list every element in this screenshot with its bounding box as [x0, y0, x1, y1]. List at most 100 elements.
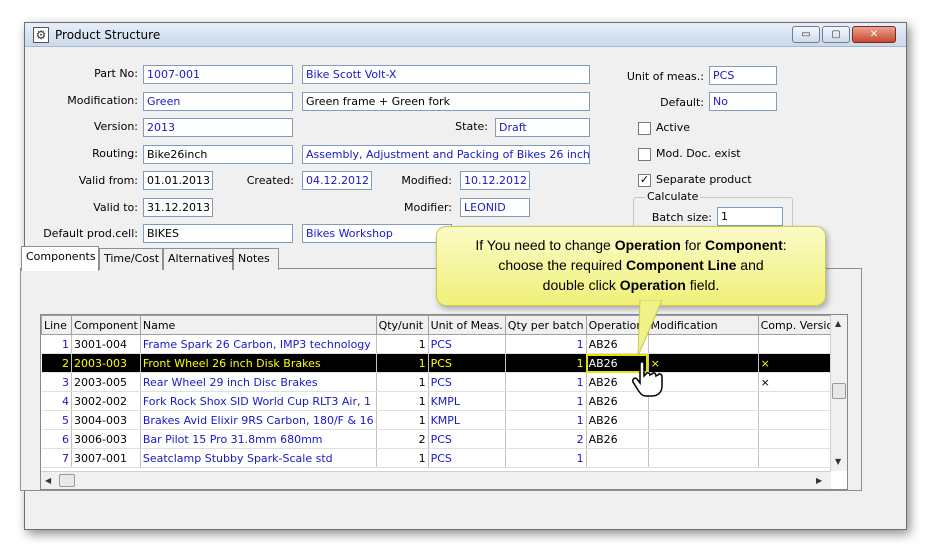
- close-button[interactable]: ✕: [852, 26, 896, 43]
- title-bar: ⚙ Product Structure ▭ ▢ ✕: [25, 23, 906, 47]
- cell-line: 1: [41, 334, 72, 354]
- cell-line: 2: [41, 353, 72, 373]
- cell-unit: PCS: [428, 372, 506, 392]
- cell-batch: 1: [505, 372, 587, 392]
- cell-batch: 1: [505, 334, 587, 354]
- window-title: Product Structure: [55, 28, 161, 42]
- cell-component: 3002-002: [71, 391, 141, 411]
- callout-pointer: [637, 300, 663, 357]
- cell-unit: PCS: [428, 448, 506, 468]
- modifier-label: Modifier:: [404, 201, 452, 214]
- part-name-field[interactable]: Bike Scott Volt-X: [302, 65, 590, 84]
- cell-batch: 2: [505, 429, 587, 449]
- col-component[interactable]: Component: [71, 315, 141, 335]
- col-line[interactable]: Line: [41, 315, 72, 335]
- col-name[interactable]: Name: [139, 315, 377, 335]
- cell-name: Seatclamp Stubby Spark-Scale std: [140, 448, 377, 468]
- scroll-down-icon[interactable]: ▼: [835, 457, 841, 466]
- col-unit-of-meas[interactable]: Unit of Meas.: [427, 315, 506, 335]
- batch-size-label: Batch size:: [651, 211, 712, 224]
- table-row[interactable]: 3 2003-005 Rear Wheel 29 inch Disc Brake…: [41, 372, 844, 392]
- vertical-scroll-thumb[interactable]: [832, 383, 846, 399]
- scroll-left-icon[interactable]: ◀: [45, 476, 51, 485]
- instruction-callout: If You need to change Operation for Comp…: [436, 226, 826, 306]
- modifier-field[interactable]: LEONID: [460, 198, 530, 217]
- calculate-label: Calculate: [645, 190, 701, 203]
- col-qty-per-batch[interactable]: Qty per batch: [504, 315, 587, 335]
- app-icon: ⚙: [33, 27, 49, 43]
- cell-component: 2003-003: [71, 353, 141, 373]
- table-row[interactable]: 6 3006-003 Bar Pilot 15 Pro 31.8mm 680mm…: [41, 429, 844, 449]
- valid-from-field[interactable]: 01.01.2013: [143, 171, 213, 190]
- cell-batch: 1: [505, 448, 587, 468]
- default-field[interactable]: No: [709, 92, 777, 111]
- cell-qty: 1: [376, 391, 429, 411]
- table-row[interactable]: 1 3001-004 Frame Spark 26 Carbon, IMP3 t…: [41, 334, 844, 354]
- cell-operation[interactable]: AB26: [586, 429, 649, 449]
- part-no-field[interactable]: 1007-001: [143, 65, 293, 84]
- cell-batch: 1: [505, 353, 587, 373]
- horizontal-scrollbar[interactable]: ◀ ▶: [41, 471, 831, 489]
- table-row-selected[interactable]: 2 2003-003 Front Wheel 26 inch Disk Brak…: [41, 353, 844, 373]
- unit-field[interactable]: PCS: [709, 66, 777, 85]
- tab-alternatives[interactable]: Alternatives: [163, 248, 234, 270]
- cell-operation[interactable]: AB26: [586, 410, 649, 430]
- cell-qty: 1: [376, 353, 429, 373]
- active-checkbox[interactable]: [638, 122, 651, 135]
- routing-field[interactable]: Bike26inch: [143, 145, 293, 164]
- minimize-button[interactable]: ▭: [792, 26, 820, 43]
- version-field[interactable]: 2013: [143, 118, 293, 137]
- modification-field[interactable]: Green: [143, 92, 293, 111]
- cell-line: 6: [41, 429, 72, 449]
- cell-name: Front Wheel 26 inch Disk Brakes: [140, 353, 377, 373]
- default-cell-field[interactable]: BIKES: [143, 224, 293, 243]
- valid-to-field[interactable]: 31.12.2013: [143, 198, 213, 217]
- default-cell-desc-field[interactable]: Bikes Workshop: [302, 224, 452, 243]
- cell-unit: KMPL: [428, 391, 506, 411]
- cell-batch: 1: [505, 391, 587, 411]
- cell-operation[interactable]: [586, 448, 649, 468]
- default-cell-label: Default prod.cell:: [43, 227, 138, 240]
- mod-doc-checkbox[interactable]: [638, 148, 651, 161]
- modification-desc-field[interactable]: Green frame + Green fork: [302, 92, 590, 111]
- modified-label: Modified:: [401, 174, 452, 187]
- created-label: Created:: [246, 174, 294, 187]
- tab-notes[interactable]: Notes: [233, 248, 279, 270]
- table-row[interactable]: 4 3002-002 Fork Rock Shox SID World Cup …: [41, 391, 844, 411]
- tab-time-cost[interactable]: Time/Cost: [99, 248, 163, 270]
- separate-product-label: Separate product: [656, 173, 752, 186]
- part-no-label: Part No:: [94, 67, 138, 80]
- tab-components[interactable]: Components: [21, 246, 99, 271]
- col-qty-unit[interactable]: Qty/unit: [375, 315, 429, 335]
- vertical-scrollbar[interactable]: ▲ ▼: [830, 315, 847, 471]
- valid-from-label: Valid from:: [78, 174, 138, 187]
- cell-component: 2003-005: [71, 372, 141, 392]
- routing-desc-field[interactable]: Assembly, Adjustment and Packing of Bike…: [302, 145, 590, 164]
- cell-name: Frame Spark 26 Carbon, IMP3 technology: [140, 334, 377, 354]
- default-label: Default:: [660, 96, 704, 109]
- table-row[interactable]: 5 3004-003 Brakes Avid Elixir 9RS Carbon…: [41, 410, 844, 430]
- cell-qty: 1: [376, 334, 429, 354]
- cell-component: 3004-003: [71, 410, 141, 430]
- cell-modification: [648, 429, 759, 449]
- cell-line: 3: [41, 372, 72, 392]
- cell-unit: PCS: [428, 353, 506, 373]
- cell-qty: 1: [376, 448, 429, 468]
- cell-name: Fork Rock Shox SID World Cup RLT3 Air, 1: [140, 391, 377, 411]
- cell-line: 4: [41, 391, 72, 411]
- valid-to-label: Valid to:: [93, 201, 138, 214]
- table-row[interactable]: 7 3007-001 Seatclamp Stubby Spark-Scale …: [41, 448, 844, 468]
- scroll-right-icon[interactable]: ▶: [816, 476, 822, 485]
- cell-modification: [648, 448, 759, 468]
- separate-product-checkbox[interactable]: ✓: [638, 174, 651, 187]
- batch-size-field[interactable]: 1: [717, 207, 783, 226]
- version-label: Version:: [93, 120, 138, 133]
- cell-batch: 1: [505, 410, 587, 430]
- maximize-button[interactable]: ▢: [822, 26, 850, 43]
- modified-field[interactable]: 10.12.2012: [460, 171, 530, 190]
- created-field[interactable]: 04.12.2012: [302, 171, 372, 190]
- state-field[interactable]: Draft: [495, 118, 590, 137]
- horizontal-scroll-thumb[interactable]: [59, 474, 75, 487]
- scroll-up-icon[interactable]: ▲: [835, 319, 841, 328]
- cell-component: 3001-004: [71, 334, 141, 354]
